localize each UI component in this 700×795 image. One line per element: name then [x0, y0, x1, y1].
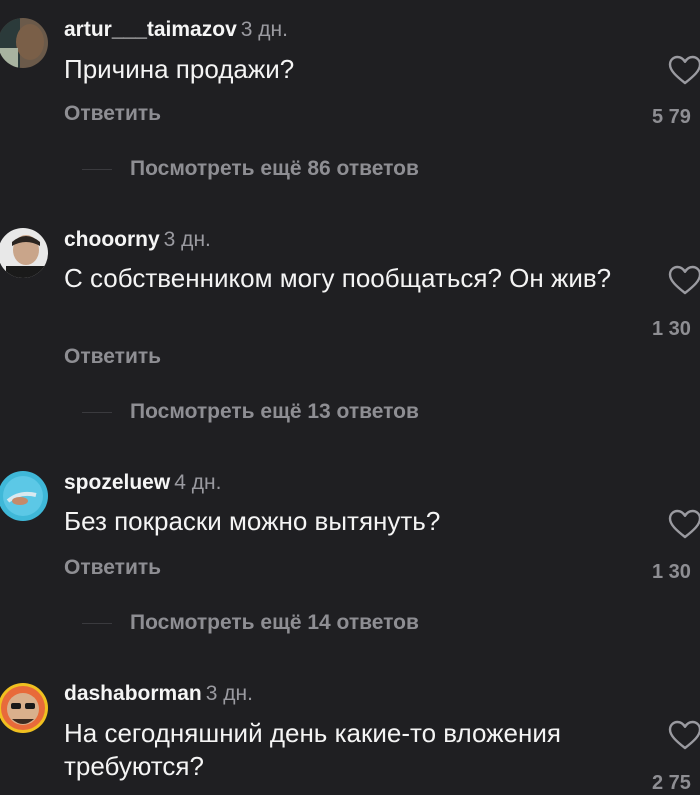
- heart-outline-icon: [668, 509, 700, 539]
- username[interactable]: dashaborman: [64, 682, 202, 705]
- like-button[interactable]: [668, 720, 700, 750]
- comment-meta: spozeluew 4 дн.: [64, 470, 221, 496]
- heart-outline-icon: [668, 720, 700, 750]
- like-button[interactable]: [668, 509, 700, 539]
- like-button[interactable]: [668, 265, 700, 295]
- comment-text: С собственником могу пообщаться? Он жив?: [64, 263, 612, 293]
- timestamp: 3 дн.: [205, 682, 253, 705]
- avatar[interactable]: [0, 228, 48, 278]
- likes-count: 1 30: [652, 318, 691, 340]
- divider: [82, 622, 112, 624]
- comment-meta: artur___taimazov 3 дн.: [64, 17, 288, 43]
- view-more-replies[interactable]: Посмотреть ещё 14 ответов: [82, 610, 419, 636]
- view-more-replies[interactable]: Посмотреть ещё 13 ответов: [82, 399, 419, 425]
- avatar[interactable]: [0, 683, 48, 733]
- divider: [82, 411, 112, 413]
- username[interactable]: chooorny: [64, 228, 160, 251]
- view-more-label: Посмотреть ещё 14 ответов: [130, 611, 419, 634]
- avatar[interactable]: [0, 471, 48, 521]
- like-button[interactable]: [668, 55, 700, 85]
- heart-outline-icon: [668, 265, 700, 295]
- avatar[interactable]: [0, 18, 48, 68]
- comment-text: На сегодняшний день какие-то вложения тр…: [64, 718, 561, 781]
- view-more-label: Посмотреть ещё 86 ответов: [130, 157, 419, 180]
- timestamp: 3 дн.: [163, 228, 211, 251]
- reply-button[interactable]: Ответить: [64, 102, 161, 126]
- comment-meta: dashaborman 3 дн.: [64, 681, 253, 707]
- view-more-label: Посмотреть ещё 13 ответов: [130, 400, 419, 423]
- username[interactable]: artur___taimazov: [64, 18, 237, 41]
- timestamp: 4 дн.: [174, 471, 222, 494]
- reply-button[interactable]: Ответить: [64, 345, 161, 369]
- likes-count: 5 79: [652, 106, 691, 128]
- timestamp: 3 дн.: [240, 18, 288, 41]
- comment-text: Причина продажи?: [64, 54, 295, 84]
- username[interactable]: spozeluew: [64, 471, 170, 494]
- reply-button[interactable]: Ответить: [64, 556, 161, 580]
- view-more-replies[interactable]: Посмотреть ещё 86 ответов: [82, 156, 419, 182]
- comment-meta: chooorny 3 дн.: [64, 227, 211, 253]
- comment-text: Без покраски можно вытянуть?: [64, 506, 441, 536]
- likes-count: 1 30: [652, 561, 691, 583]
- heart-outline-icon: [668, 55, 700, 85]
- divider: [82, 168, 112, 170]
